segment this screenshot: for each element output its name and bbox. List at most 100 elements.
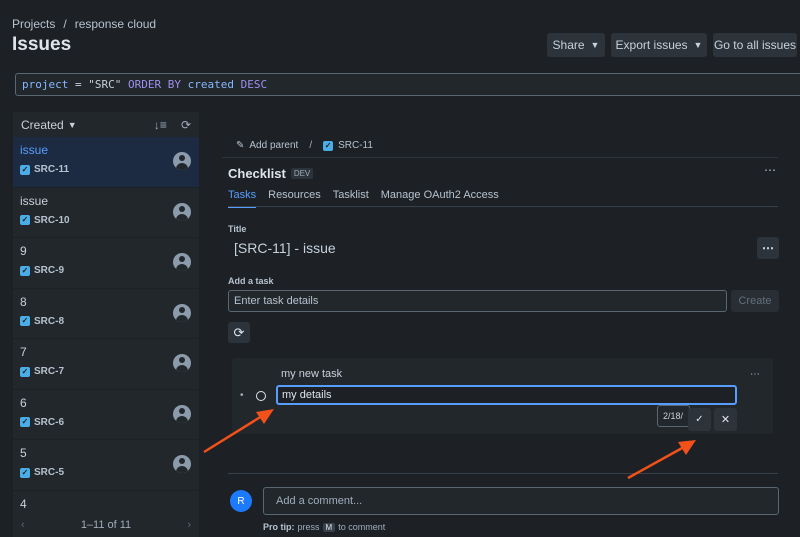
issue-summary: issue — [20, 193, 49, 208]
breadcrumb-separator: / — [309, 140, 313, 151]
go-to-all-issues-button[interactable]: Go to all issues — [713, 33, 797, 57]
more-icon[interactable]: ⋯ — [750, 369, 760, 380]
issue-summary: 8 — [20, 294, 27, 309]
jql-order-keyword: ORDER BY — [127, 78, 181, 91]
issue-key: SRC-10 — [34, 214, 70, 226]
avatar-icon — [173, 152, 191, 170]
checklist-title-value[interactable]: [SRC-11] - issue — [234, 240, 336, 256]
pro-tip-press: press — [297, 522, 320, 532]
issue-summary: 4 — [20, 496, 27, 511]
share-button[interactable]: Share ▼ — [547, 33, 605, 57]
checkbox-icon: ✓ — [20, 316, 30, 326]
issue-list-header: Created ▼ ↓≡ ⟳ — [13, 112, 199, 137]
app-title-text: Checklist — [228, 166, 286, 181]
issue-key-link[interactable]: SRC-11 — [338, 140, 373, 151]
export-issues-button[interactable]: Export issues ▼ — [611, 33, 707, 57]
divider — [228, 206, 778, 207]
chevron-down-icon: ▼ — [693, 40, 703, 50]
checkbox-icon: ✓ — [20, 164, 30, 175]
issue-list-item[interactable]: 9 ✓ SRC-9 — [13, 238, 199, 289]
breadcrumb-separator: / — [63, 17, 67, 31]
more-icon[interactable]: ⋯ — [764, 163, 776, 177]
sort-dropdown[interactable]: Created ▼ — [21, 118, 77, 132]
pro-tip-rest: to comment — [338, 522, 386, 532]
checkbox-icon: ✓ — [20, 265, 30, 276]
sort-icon[interactable]: ↓≡ — [154, 118, 167, 132]
title-label: Title — [228, 224, 247, 234]
app-title: Checklist DEV — [228, 166, 314, 181]
chevron-down-icon: ▼ — [590, 40, 600, 50]
share-label: Share — [552, 38, 585, 52]
sync-icon[interactable]: ⟳ — [228, 322, 250, 343]
add-task-label: Add a task — [228, 276, 274, 286]
divider — [228, 473, 778, 474]
avatar-icon — [173, 253, 191, 271]
dev-badge: DEV — [290, 168, 314, 179]
avatar-icon — [173, 202, 191, 221]
pagination-count: 1–11 of 11 — [80, 519, 132, 531]
checkbox-icon: ✓ — [20, 467, 30, 478]
avatar-icon — [173, 303, 191, 322]
issue-summary: 9 — [20, 244, 27, 258]
task-name[interactable]: my new task — [281, 368, 342, 380]
issue-list: Created ▼ ↓≡ ⟳ issue ✓ SRC-11 issue ✓ SRC-… — [13, 112, 199, 537]
pagination: ‹ 1–11 of 11 › — [13, 513, 199, 537]
page-title: Issues — [12, 34, 72, 55]
task-details-edit-input[interactable] — [276, 385, 737, 405]
issue-list-item[interactable]: 5 ✓ SRC-5 — [13, 440, 199, 491]
issue-list-item[interactable]: issue ✓ SRC-10 — [13, 187, 199, 238]
avatar-icon — [173, 455, 191, 473]
jql-field: project — [22, 78, 69, 91]
issue-summary: 5 — [20, 446, 27, 460]
divider — [222, 157, 778, 158]
task-status-circle[interactable] — [256, 391, 266, 401]
jql-direction: DESC — [240, 78, 268, 91]
avatar: R — [230, 490, 252, 512]
avatar-icon — [173, 354, 191, 372]
issue-list-item[interactable]: issue ✓ SRC-11 — [13, 137, 199, 188]
checkbox-icon: ✓ — [20, 366, 30, 377]
checkbox-icon: ✓ — [20, 215, 30, 225]
issue-list-item[interactable]: 6 ✓ SRC-6 — [13, 389, 199, 440]
jql-sort-field: created — [187, 78, 234, 91]
more-icon[interactable]: ⋯ — [757, 237, 779, 259]
issue-key: SRC-9 — [34, 265, 65, 276]
task-details-input[interactable] — [228, 290, 727, 312]
checkbox-icon: ✓ — [20, 417, 30, 427]
export-label: Export issues — [615, 38, 688, 52]
drag-handle[interactable]: • — [240, 390, 244, 401]
next-page-icon[interactable]: › — [187, 519, 191, 531]
chevron-down-icon: ▼ — [67, 119, 77, 130]
issue-key: SRC-11 — [34, 164, 70, 175]
prev-page-icon[interactable]: ‹ — [21, 519, 25, 531]
breadcrumb: Projects / response cloud — [12, 17, 156, 31]
issue-list-item[interactable]: 7 ✓ SRC-7 — [13, 339, 199, 390]
avatar-icon — [173, 404, 191, 423]
issue-key: SRC-7 — [34, 366, 65, 377]
jql-value: "SRC" — [88, 78, 122, 91]
issue-key: SRC-6 — [34, 416, 65, 428]
issue-key: SRC-5 — [34, 467, 65, 478]
issue-list-item[interactable]: 8 ✓ SRC-8 — [13, 288, 199, 339]
create-button[interactable]: Create — [731, 290, 779, 312]
issue-summary: 7 — [20, 345, 27, 359]
close-icon[interactable]: ✕ — [714, 408, 737, 431]
add-parent-link[interactable]: Add parent — [249, 140, 298, 151]
check-icon[interactable]: ✓ — [688, 408, 711, 431]
pencil-icon: ✎ — [236, 140, 245, 151]
issue-breadcrumb: ✎ Add parent / ✓ SRC-11 — [236, 140, 373, 151]
issue-summary: issue — [20, 143, 49, 157]
issue-key: SRC-8 — [34, 315, 65, 327]
pro-tip-label: Pro tip: — [263, 522, 295, 532]
sort-label: Created — [21, 117, 64, 132]
breadcrumb-projects[interactable]: Projects — [12, 17, 55, 31]
breadcrumb-project[interactable]: response cloud — [75, 17, 156, 31]
jql-operator: = — [74, 78, 82, 91]
comment-input[interactable] — [263, 487, 779, 515]
due-date-field[interactable]: 2/18/ — [657, 405, 690, 427]
refresh-icon[interactable]: ⟳ — [181, 118, 191, 132]
jql-query-input[interactable]: project = "SRC" ORDER BY created DESC — [15, 73, 800, 96]
issue-summary: 6 — [20, 395, 27, 410]
keyboard-shortcut: M — [322, 522, 336, 532]
checkbox-icon: ✓ — [323, 140, 334, 151]
